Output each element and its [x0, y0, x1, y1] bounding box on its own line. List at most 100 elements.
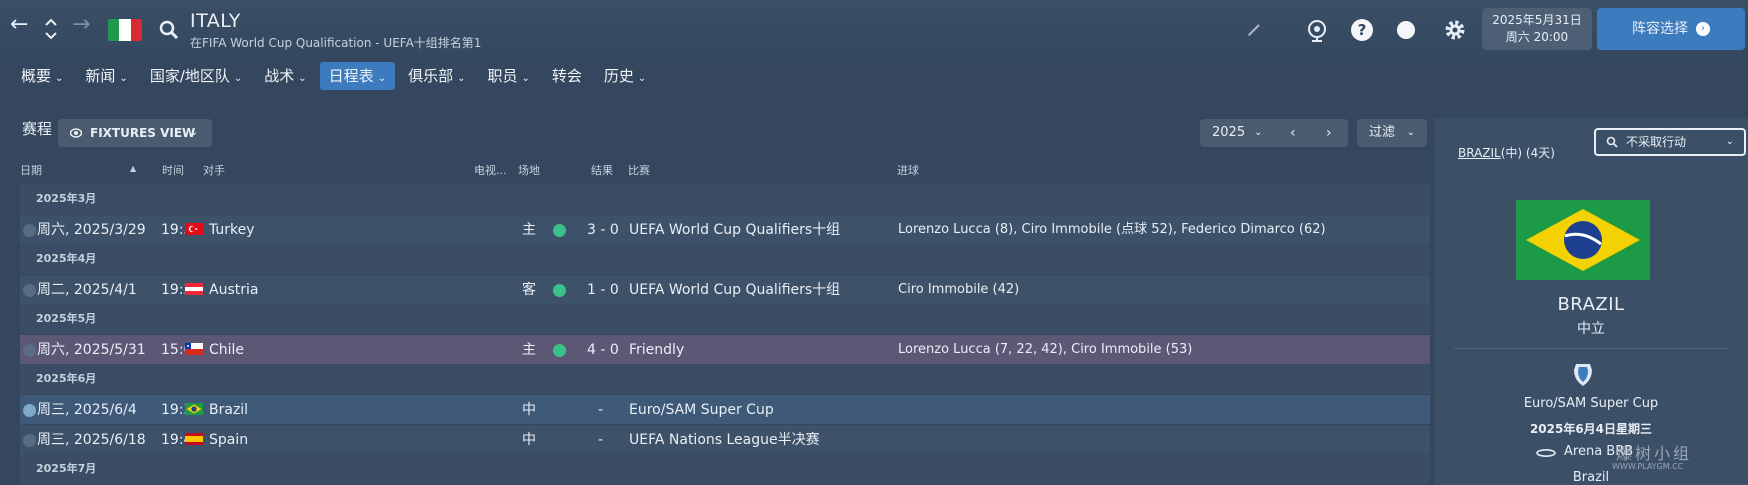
table-row[interactable]: 周六, 2025/5/31 15:00 Chile 主 4 - 0 Friendly Lor…: [20, 334, 1430, 364]
match-result[interactable]: -: [598, 395, 603, 425]
match-check-icon[interactable]: [23, 344, 36, 357]
competition-name[interactable]: Euro/SAM Super Cup: [1434, 396, 1748, 411]
match-date: 周六, 2025/3/29: [37, 222, 146, 238]
table-row[interactable]: 周二, 2025/4/1 19:30 Austria 客 1 - 0 UEFA World…: [20, 274, 1430, 304]
back-arrow-icon[interactable]: ←: [10, 14, 28, 36]
month-header: 2025年7月: [20, 454, 1430, 484]
opponent-name[interactable]: Spain: [209, 432, 248, 448]
menu-item-4[interactable]: 日程表 ⌄: [319, 62, 396, 90]
col-competition[interactable]: 比赛: [628, 162, 650, 178]
chevron-down-icon: ⌄: [457, 73, 466, 84]
opponent-name: BRAZIL: [1557, 294, 1625, 315]
sort-asc-icon[interactable]: ▲: [130, 164, 136, 173]
col-time[interactable]: 时间: [162, 162, 184, 178]
fixtures-table: 2025年3月 周六, 2025/3/29 19:30 Turkey 主 3 - 0 UEF…: [20, 184, 1430, 484]
next-year-icon[interactable]: ›: [1326, 119, 1332, 147]
menu-item-8[interactable]: 历史 ⌄: [595, 62, 655, 90]
opponent-name[interactable]: Chile: [209, 342, 244, 358]
col-result[interactable]: 结果: [591, 162, 613, 178]
venue-type: 中: [522, 402, 536, 418]
lineup-select-button[interactable]: 阵容选择 ›: [1597, 8, 1745, 50]
forward-arrow-icon[interactable]: →: [72, 14, 90, 36]
col-venue[interactable]: 场地: [518, 162, 540, 178]
status-circle-icon[interactable]: [1394, 18, 1418, 42]
col-opponent[interactable]: 对手: [203, 162, 225, 178]
match-result[interactable]: -: [598, 425, 603, 455]
competition-name[interactable]: UEFA World Cup Qualifiers十组: [629, 215, 840, 245]
globe-ball-icon[interactable]: [1305, 18, 1329, 42]
opponent-cell[interactable]: Turkey: [185, 215, 255, 245]
menu-item-6[interactable]: 职员 ⌄: [478, 62, 538, 90]
table-row[interactable]: 周六, 2025/3/29 19:30 Turkey 主 3 - 0 UEFA World…: [20, 214, 1430, 244]
chevron-down-icon: ⌄: [55, 73, 64, 84]
table-row[interactable]: 周三, 2025/6/18 19:45 Spain 中 - UEFA Nations Le…: [20, 424, 1430, 454]
chile-flag-icon: [185, 343, 203, 355]
competition-name[interactable]: UEFA World Cup Qualifiers十组: [629, 275, 840, 305]
opponent-cell[interactable]: Brazil: [185, 395, 248, 425]
help-icon[interactable]: ?: [1350, 18, 1374, 42]
match-check-icon[interactable]: [23, 224, 36, 237]
menu-item-7[interactable]: 转会: [543, 62, 591, 90]
opponent-name[interactable]: Austria: [209, 282, 258, 298]
filter-button[interactable]: 过滤 ⌄: [1357, 119, 1427, 147]
venue-type: 中立: [1577, 321, 1605, 337]
next-opponent-link[interactable]: BRAZIL: [1458, 146, 1501, 160]
lineup-button-label: 阵容选择: [1632, 21, 1688, 37]
opponent-cell[interactable]: Chile: [185, 335, 244, 365]
competition-name[interactable]: Euro/SAM Super Cup: [629, 395, 774, 425]
chevron-down-icon: ⌄: [1254, 127, 1263, 138]
main-menu: 概要 ⌄ 新闻 ⌄ 国家/地区队 ⌄ 战术 ⌄ 日程表 ⌄ 俱乐部 ⌄ 职员 ⌄ 转会 历史 ⌄: [12, 62, 655, 90]
next-opponent-line: BRAZIL(中) (4天): [1458, 144, 1555, 161]
italy-flag-icon: [108, 19, 142, 41]
opponent-name[interactable]: Brazil: [209, 402, 248, 418]
game-date-button[interactable]: 2025年5月31日 周六 20:00: [1482, 8, 1592, 50]
win-indicator-icon: [553, 224, 566, 237]
match-date: 2025年6月4日星期三: [1529, 422, 1653, 436]
search-icon: [1606, 136, 1618, 148]
menu-item-2[interactable]: 国家/地区队 ⌄: [141, 62, 251, 90]
menu-item-3[interactable]: 战术 ⌄: [255, 62, 315, 90]
chevron-down-icon: ⌄: [1406, 127, 1415, 138]
year-selector[interactable]: 2025 ⌄ ‹ ›: [1200, 119, 1348, 147]
match-result[interactable]: 1 - 0: [587, 275, 619, 305]
venue-type: 中: [522, 432, 536, 448]
match-result[interactable]: 3 - 0: [587, 215, 619, 245]
gear-icon[interactable]: [1443, 18, 1467, 42]
menu-item-0[interactable]: 概要 ⌄: [12, 62, 72, 90]
stadium-country: Brazil: [1572, 470, 1610, 485]
menu-label: 俱乐部: [408, 67, 454, 85]
turkey-flag-icon: [185, 223, 203, 235]
menu-label: 转会: [551, 67, 582, 85]
edit-pencil-icon[interactable]: [1246, 22, 1262, 38]
menu-label: 概要: [21, 67, 52, 85]
col-date[interactable]: 日期: [20, 162, 42, 178]
chevron-right-icon: ›: [1696, 22, 1710, 36]
opponent-name[interactable]: Turkey: [209, 222, 255, 238]
watermark-logo: 爆树小组: [1616, 444, 1693, 463]
prev-year-icon[interactable]: ‹: [1290, 119, 1296, 147]
match-date: 周三, 2025/6/18: [37, 432, 146, 448]
action-dropdown[interactable]: 不采取行动 ⌄: [1594, 128, 1746, 156]
year-value[interactable]: 2025: [1212, 119, 1245, 147]
match-check-icon[interactable]: [23, 404, 36, 417]
match-check-icon[interactable]: [23, 284, 36, 297]
scorers: Ciro Immobile (42): [898, 282, 1020, 297]
opponent-cell[interactable]: Spain: [185, 425, 248, 455]
menu-item-1[interactable]: 新闻 ⌄: [76, 62, 136, 90]
col-tv[interactable]: 电视...: [474, 162, 507, 178]
match-check-icon[interactable]: [23, 434, 36, 447]
fixtures-view-button[interactable]: FIXTURES VIEW ⌄: [58, 119, 212, 147]
menu-item-5[interactable]: 俱乐部 ⌄: [399, 62, 474, 90]
search-icon[interactable]: [158, 19, 180, 41]
win-indicator-icon: [553, 284, 566, 297]
match-result[interactable]: 4 - 0: [587, 335, 619, 365]
next-match-panel: BRAZIL(中) (4天) 不采取行动 ⌄ BRAZIL 中立 Euro/SA…: [1434, 118, 1748, 485]
opponent-cell[interactable]: Austria: [185, 275, 258, 305]
competition-name[interactable]: UEFA Nations League半决赛: [629, 425, 820, 455]
col-scorers[interactable]: 进球: [897, 162, 919, 178]
up-down-icon[interactable]: [44, 16, 58, 42]
fixtures-view-label: FIXTURES VIEW: [90, 126, 196, 140]
table-row[interactable]: 周三, 2025/6/4 19:30 Brazil 中 - Euro/SAM Super …: [20, 394, 1430, 424]
scorers: Lorenzo Lucca (8), Ciro Immobile (点球 52)…: [898, 222, 1326, 237]
competition-name[interactable]: Friendly: [629, 335, 684, 365]
